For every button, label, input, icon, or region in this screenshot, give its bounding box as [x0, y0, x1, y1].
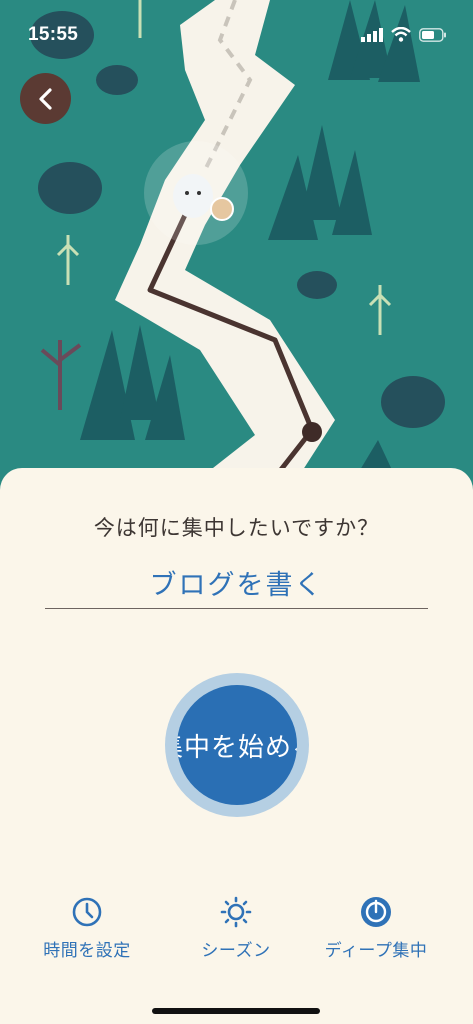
- focus-sheet: 今は何に集中したいですか？ 集中を始める 時間を設定: [0, 468, 473, 1024]
- deep-focus-button[interactable]: ディープ集中: [301, 896, 451, 961]
- cellular-signal-icon: [361, 27, 383, 42]
- chevron-left-icon: [38, 87, 52, 110]
- start-focus-button-core[interactable]: 集中を始める: [177, 685, 297, 805]
- path-marker: [302, 422, 322, 442]
- season-label: シーズン: [201, 941, 271, 961]
- deep-focus-label: ディープ集中: [324, 941, 428, 961]
- start-focus-button[interactable]: 集中を始める: [165, 673, 309, 817]
- set-time-label: 時間を設定: [43, 941, 131, 961]
- wifi-icon: [391, 27, 411, 42]
- map-illustration: [0, 0, 473, 490]
- battery-icon: [419, 27, 446, 42]
- character-ghost: [173, 174, 213, 218]
- sun-icon: [220, 896, 252, 928]
- focus-question: 今は何に集中したいですか？: [93, 516, 380, 540]
- home-indicator[interactable]: [152, 1008, 320, 1014]
- status-time: 15:55: [28, 24, 79, 45]
- set-time-button[interactable]: 時間を設定: [12, 896, 162, 961]
- start-focus-label: 集中を始める: [177, 733, 297, 763]
- deep-focus-icon: [361, 897, 391, 927]
- pet-avatar: [210, 197, 234, 221]
- focus-task-input[interactable]: [45, 556, 428, 609]
- status-icons: [361, 27, 447, 42]
- back-button[interactable]: [20, 73, 71, 124]
- season-button[interactable]: シーズン: [161, 896, 311, 961]
- clock-icon: [72, 897, 102, 927]
- status-bar: 15:55: [0, 0, 473, 70]
